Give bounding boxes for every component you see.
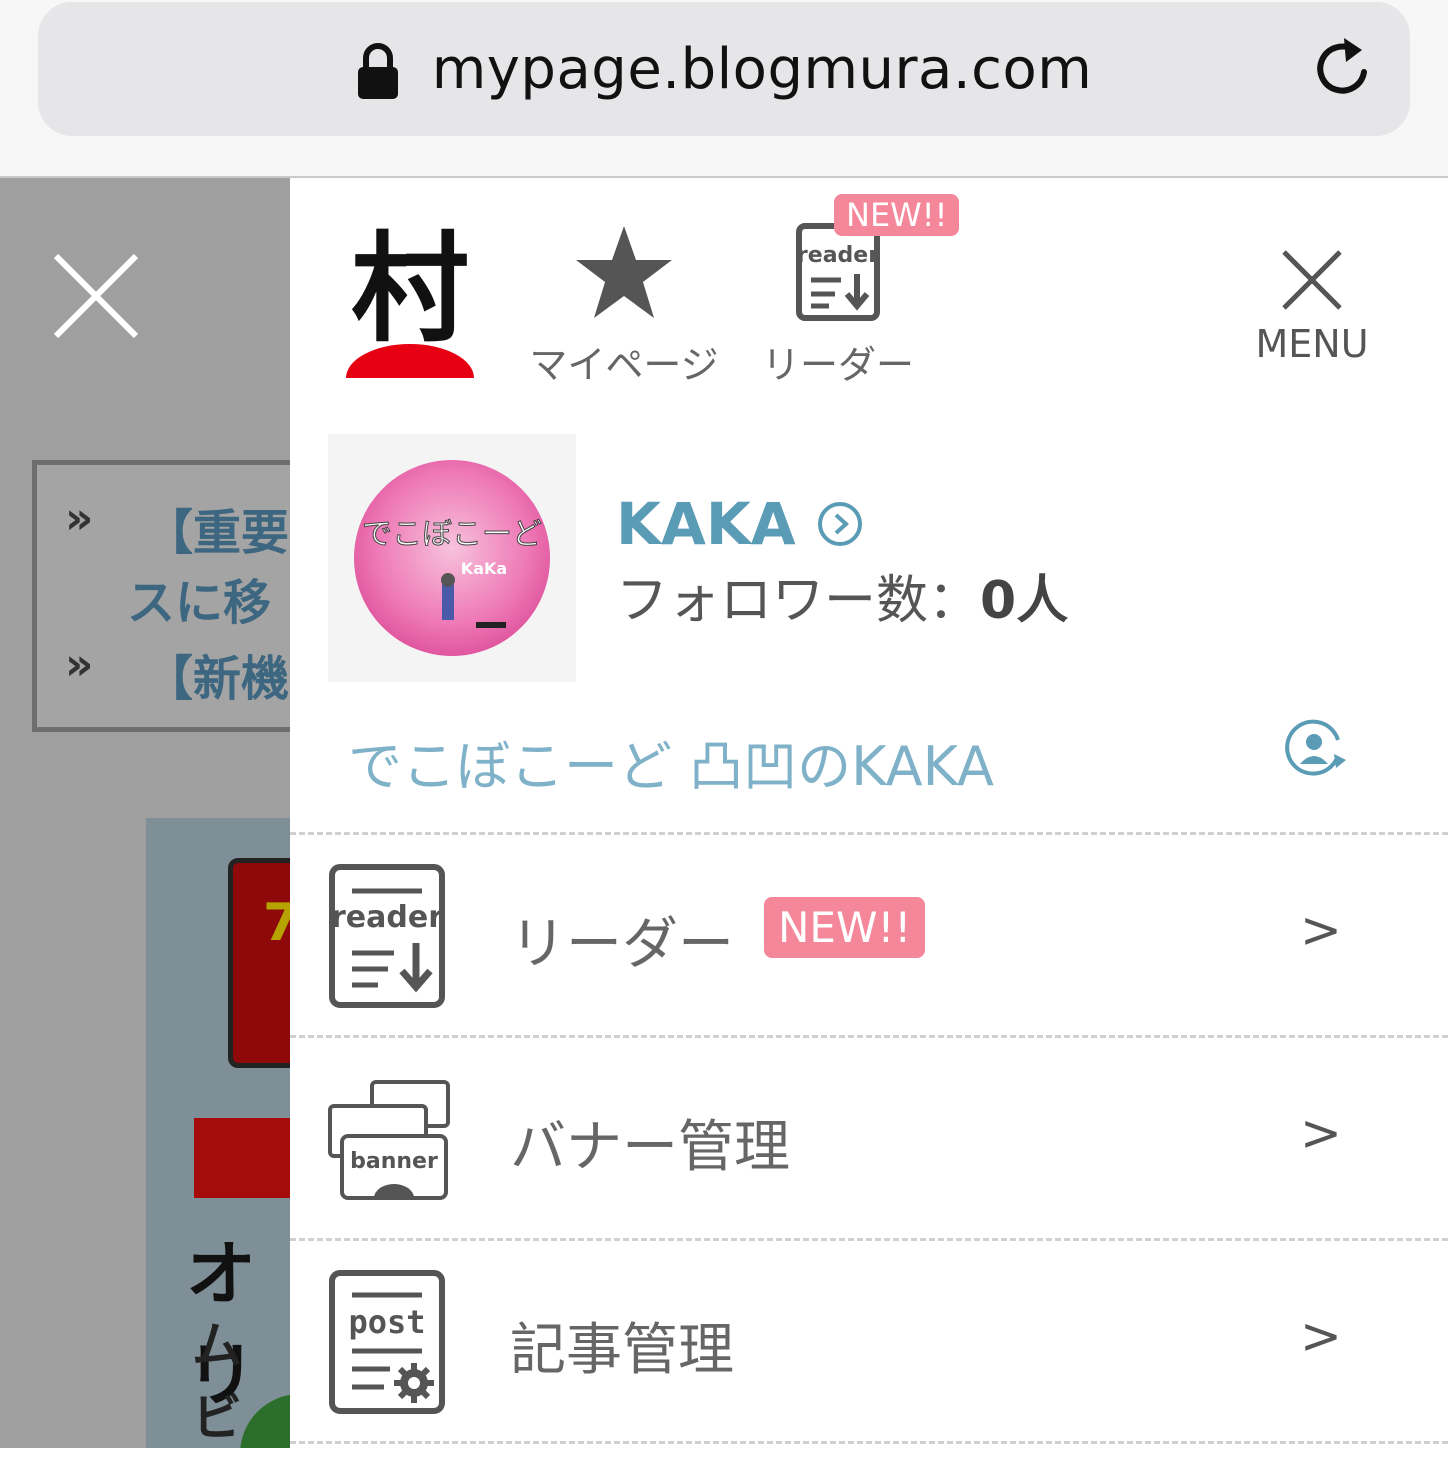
reload-icon[interactable] [1310, 36, 1376, 102]
star-icon [576, 226, 672, 318]
blog-title-link[interactable]: でこぼこーど 凸凹のKAKA [348, 722, 994, 801]
close-icon[interactable] [50, 250, 142, 342]
svg-text:村: 村 [351, 224, 469, 358]
svg-text:KaKa: KaKa [461, 559, 507, 578]
menu-item-label: バナー管理 [510, 1115, 790, 1180]
background-red-bar [194, 1118, 290, 1198]
new-badge: NEW!! [764, 897, 926, 958]
reader-icon: reader [796, 223, 880, 321]
notice-line[interactable]: 【重要】 [145, 493, 290, 563]
menu-item-posts[interactable]: post 記事管理 > [290, 1238, 1448, 1441]
menu-item-banner[interactable]: banner バナー管理 > [290, 1035, 1448, 1238]
svg-text:reader: reader [797, 243, 879, 268]
banner-icon: banner [328, 1080, 450, 1200]
notice-line[interactable]: 【新機 [145, 639, 289, 709]
menu-item-reader[interactable]: reader リーダー NEW!! > [290, 832, 1448, 1035]
background-badge: 7 [228, 858, 290, 1068]
post-icon: post [329, 1270, 445, 1414]
nav-reader[interactable]: reader リーダー [756, 222, 920, 389]
notice-box: » 【重要】 スに移 » 【新機 [32, 460, 290, 732]
svg-text:でこぼこーど: でこぼこーど [362, 517, 542, 552]
new-badge: NEW!! [834, 194, 960, 236]
menu-divider [290, 1441, 1448, 1464]
menu-list: reader リーダー NEW!! > banner バナー管理 > post … [290, 832, 1448, 1464]
chevron-right-icon: > [1300, 1307, 1342, 1365]
follower-label: フォロワー数： [616, 571, 981, 631]
follower-value: 0人 [980, 571, 1069, 631]
chevron-circle-icon [817, 502, 862, 546]
browser-bar: mypage.blogmura.com [0, 0, 1448, 178]
avatar[interactable]: でこぼこーど KaKa [328, 434, 576, 682]
switch-account-icon[interactable] [1284, 718, 1348, 782]
background-page-overlay[interactable]: » 【重要】 スに移 » 【新機 7 オリ ムビ [0, 178, 290, 1448]
avatar-image: でこぼこーど KaKa [354, 460, 550, 656]
chevron-icon: » [65, 639, 94, 690]
nav-mypage-label: マイページ [529, 343, 719, 387]
menu-close-button[interactable]: MENU [1240, 248, 1384, 366]
close-icon [1282, 250, 1342, 310]
notice-line[interactable]: スに移 [127, 563, 271, 633]
nav-reader-label: リーダー [761, 343, 914, 387]
menu-item-label: リーダー [510, 912, 734, 977]
side-menu-panel: 村 マイページ reader リーダー NEW!! MENU でこぼこーど Ka… [290, 178, 1448, 1448]
nav-mypage[interactable]: マイページ [526, 222, 722, 389]
blogmura-logo-icon[interactable]: 村 [346, 224, 474, 380]
menu-item-label: 記事管理 [510, 1318, 734, 1383]
chevron-right-icon: > [1300, 901, 1342, 959]
chevron-icon: » [65, 493, 94, 544]
chevron-right-icon: > [1300, 1104, 1342, 1162]
svg-text:banner: banner [350, 1149, 438, 1174]
address-bar[interactable]: mypage.blogmura.com [38, 2, 1410, 136]
reader-icon: reader [329, 864, 445, 1008]
user-name: KAKA [616, 490, 796, 558]
url-text: mypage.blogmura.com [431, 36, 1093, 102]
menu-label: MENU [1255, 322, 1369, 366]
follower-count: フォロワー数：0人 [616, 558, 1068, 633]
user-name-link[interactable]: KAKA [616, 490, 864, 558]
svg-text:post: post [348, 1303, 425, 1341]
svg-text:reader: reader [331, 900, 443, 935]
lock-icon [357, 43, 398, 99]
